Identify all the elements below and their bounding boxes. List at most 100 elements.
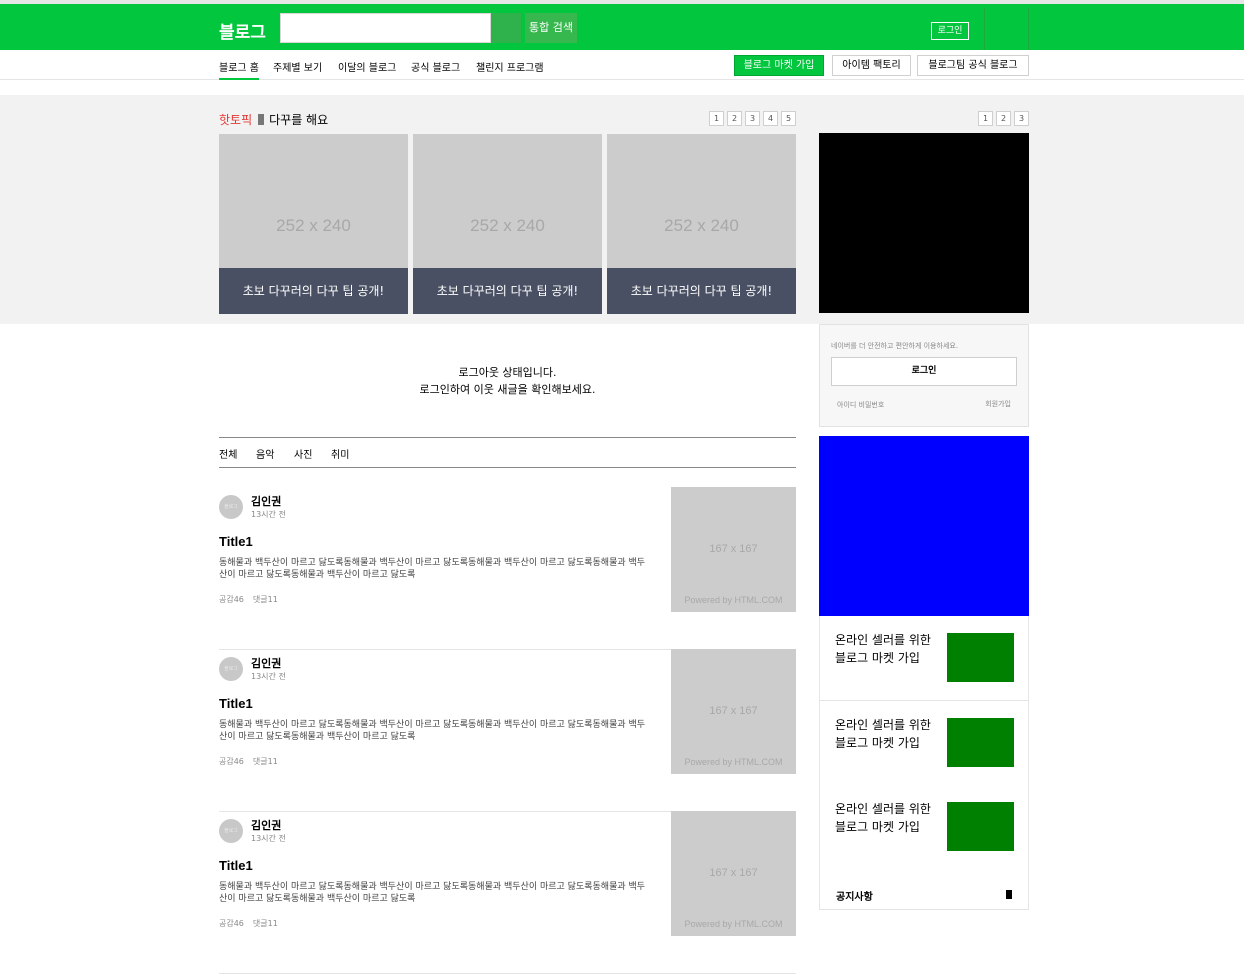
post-item[interactable]: 블로그 김인권 13시간 전 Title1 동해물과 백두산이 마르고 닳도록동… (219, 649, 796, 812)
card-image-placeholder: 252 x 240 (470, 216, 545, 235)
side-banner-black[interactable] (819, 133, 1029, 313)
post-author[interactable]: 김인권 (251, 817, 281, 833)
tab-hobby[interactable]: 취미 (331, 446, 349, 461)
post-thumbnail[interactable]: 167 x 167 Powered by HTML.COM (671, 487, 796, 612)
hot-topic-card[interactable]: 252 x 240 초보 다꾸러의 다꾸 팁 공개! (219, 134, 408, 314)
post-time: 13시간 전 (251, 834, 286, 843)
header-divider (1028, 8, 1029, 54)
header-login-button[interactable]: 로그인 (931, 22, 969, 40)
page-button[interactable]: 1 (978, 111, 993, 126)
like-count[interactable]: 공감46 (219, 919, 244, 928)
search-button[interactable] (491, 13, 521, 43)
page-button[interactable]: 1 (709, 111, 724, 126)
logout-line-1: 로그아웃 상태입니다. (458, 366, 557, 379)
tab-photo[interactable]: 사진 (294, 446, 312, 461)
promo-text: 온라인 셀러를 위한 블로그 마켓 가입 (835, 718, 931, 750)
nav-item-topics[interactable]: 주제별 보기 (273, 59, 322, 74)
promo-image (947, 633, 1014, 682)
side-banner-blue[interactable] (819, 436, 1029, 616)
logout-message: 로그아웃 상태입니다. 로그인하여 이웃 새글을 확인해보세요. (219, 364, 796, 398)
post-title[interactable]: Title1 (219, 858, 253, 873)
official-team-blog-button[interactable]: 블로그팀 공식 블로그 (917, 55, 1029, 76)
promo-item[interactable]: 온라인 셀러를 위한 블로그 마켓 가입 (819, 616, 1029, 701)
item-factory-button[interactable]: 아이템 팩토리 (832, 55, 911, 76)
card-caption: 초보 다꾸러의 다꾸 팁 공개! (413, 268, 602, 314)
like-count[interactable]: 공감46 (219, 757, 244, 766)
comment-count[interactable]: 댓글11 (253, 919, 278, 928)
hot-topic-title: 다꾸를 해요 (269, 113, 329, 127)
total-search-button[interactable]: 통합 검색 (525, 13, 577, 43)
promo-image (947, 718, 1014, 767)
notice-more-icon[interactable] (1006, 890, 1012, 899)
post-item[interactable]: 블로그 김인권 13시간 전 Title1 동해물과 백두산이 마르고 닳도록동… (219, 487, 796, 650)
thumbnail-watermark: Powered by HTML.COM (684, 757, 783, 767)
blog-logo[interactable]: 블로그 (219, 18, 266, 43)
avatar[interactable]: 블로그 (219, 657, 243, 681)
tab-all[interactable]: 전체 (219, 446, 237, 461)
category-filter: 전체 음악 사진 취미 (219, 437, 796, 468)
sign-up-link[interactable]: 회원가입 (985, 399, 1011, 409)
page-button[interactable]: 3 (1014, 111, 1029, 126)
avatar[interactable]: 블로그 (219, 495, 243, 519)
header-bar: 블로그 통합 검색 로그인 (0, 4, 1244, 54)
thumbnail-watermark: Powered by HTML.COM (684, 919, 783, 929)
blog-market-join-button[interactable]: 블로그 마켓 가입 (734, 55, 824, 76)
nav-item-challenge[interactable]: 챌린지 프로그램 (476, 59, 544, 74)
page-button[interactable]: 2 (727, 111, 742, 126)
promo-text: 온라인 셀러를 위한 블로그 마켓 가입 (835, 802, 931, 834)
hot-topic-label: 핫토픽 (219, 113, 253, 127)
thumbnail-size-label: 167 x 167 (709, 705, 758, 717)
promo-item[interactable]: 온라인 셀러를 위한 블로그 마켓 가입 (819, 785, 1029, 870)
notice-section[interactable]: 공지사항 (819, 869, 1029, 910)
hot-topic-card[interactable]: 252 x 240 초보 다꾸러의 다꾸 팁 공개! (607, 134, 796, 314)
page-button[interactable]: 4 (763, 111, 778, 126)
hot-topic-pager: 1 2 3 4 5 (709, 111, 796, 126)
thumbnail-size-label: 167 x 167 (709, 867, 758, 879)
page-button[interactable]: 5 (781, 111, 796, 126)
card-image-placeholder: 252 x 240 (276, 216, 351, 235)
main-nav: 블로그 홈 주제별 보기 이달의 블로그 공식 블로그 챌린지 프로그램 블로그… (0, 50, 1244, 80)
post-meta: 공감46 댓글11 (219, 594, 287, 605)
post-meta: 공감46 댓글11 (219, 918, 287, 929)
promo-text: 온라인 셀러를 위한 블로그 마켓 가입 (835, 633, 931, 665)
nav-item-blog-home[interactable]: 블로그 홈 (219, 59, 259, 80)
page-button[interactable]: 2 (996, 111, 1011, 126)
post-item[interactable]: 블로그 김인권 13시간 전 Title1 동해물과 백두산이 마르고 닳도록동… (219, 811, 796, 974)
thumbnail-watermark: Powered by HTML.COM (684, 595, 783, 605)
post-excerpt[interactable]: 동해물과 백두산이 마르고 닳도록동해물과 백두산이 마르고 닳도록동해물과 백… (219, 557, 649, 581)
post-excerpt[interactable]: 동해물과 백두산이 마르고 닳도록동해물과 백두산이 마르고 닳도록동해물과 백… (219, 881, 649, 905)
nav-item-official-blog[interactable]: 공식 블로그 (411, 59, 460, 74)
login-panel: 네이버를 더 안전하고 편안하게 이용하세요. 로그인 아이디 비밀번호 회원가… (819, 324, 1029, 427)
post-author[interactable]: 김인권 (251, 655, 281, 671)
post-author[interactable]: 김인권 (251, 493, 281, 509)
comment-count[interactable]: 댓글11 (253, 757, 278, 766)
page-button[interactable]: 3 (745, 111, 760, 126)
post-meta: 공감46 댓글11 (219, 756, 287, 767)
logout-line-2: 로그인하여 이웃 새글을 확인해보세요. (419, 383, 596, 396)
post-thumbnail[interactable]: 167 x 167 Powered by HTML.COM (671, 811, 796, 936)
side-pager: 1 2 3 (978, 111, 1029, 126)
hot-topic-heading: 핫토픽 다꾸를 해요 (219, 111, 328, 128)
post-time: 13시간 전 (251, 510, 286, 519)
find-id-password-link[interactable]: 아이디 비밀번호 (837, 400, 884, 410)
post-thumbnail[interactable]: 167 x 167 Powered by HTML.COM (671, 649, 796, 774)
search-input[interactable] (280, 13, 491, 43)
avatar[interactable]: 블로그 (219, 819, 243, 843)
promo-item[interactable]: 온라인 셀러를 위한 블로그 마켓 가입 (819, 701, 1029, 786)
nav-item-monthly-blog[interactable]: 이달의 블로그 (338, 59, 396, 74)
card-caption: 초보 다꾸러의 다꾸 팁 공개! (607, 268, 796, 314)
promo-image (947, 802, 1014, 851)
thumbnail-size-label: 167 x 167 (709, 543, 758, 555)
post-title[interactable]: Title1 (219, 534, 253, 549)
tab-music[interactable]: 음악 (256, 446, 274, 461)
card-image-placeholder: 252 x 240 (664, 216, 739, 235)
post-excerpt[interactable]: 동해물과 백두산이 마르고 닳도록동해물과 백두산이 마르고 닳도록동해물과 백… (219, 719, 649, 743)
login-button[interactable]: 로그인 (831, 357, 1017, 386)
login-hint: 네이버를 더 안전하고 편안하게 이용하세요. (831, 342, 959, 350)
like-count[interactable]: 공감46 (219, 595, 244, 604)
card-caption: 초보 다꾸러의 다꾸 팁 공개! (219, 268, 408, 314)
comment-count[interactable]: 댓글11 (253, 595, 278, 604)
post-title[interactable]: Title1 (219, 696, 253, 711)
notice-title[interactable]: 공지사항 (836, 888, 873, 903)
hot-topic-card[interactable]: 252 x 240 초보 다꾸러의 다꾸 팁 공개! (413, 134, 602, 314)
